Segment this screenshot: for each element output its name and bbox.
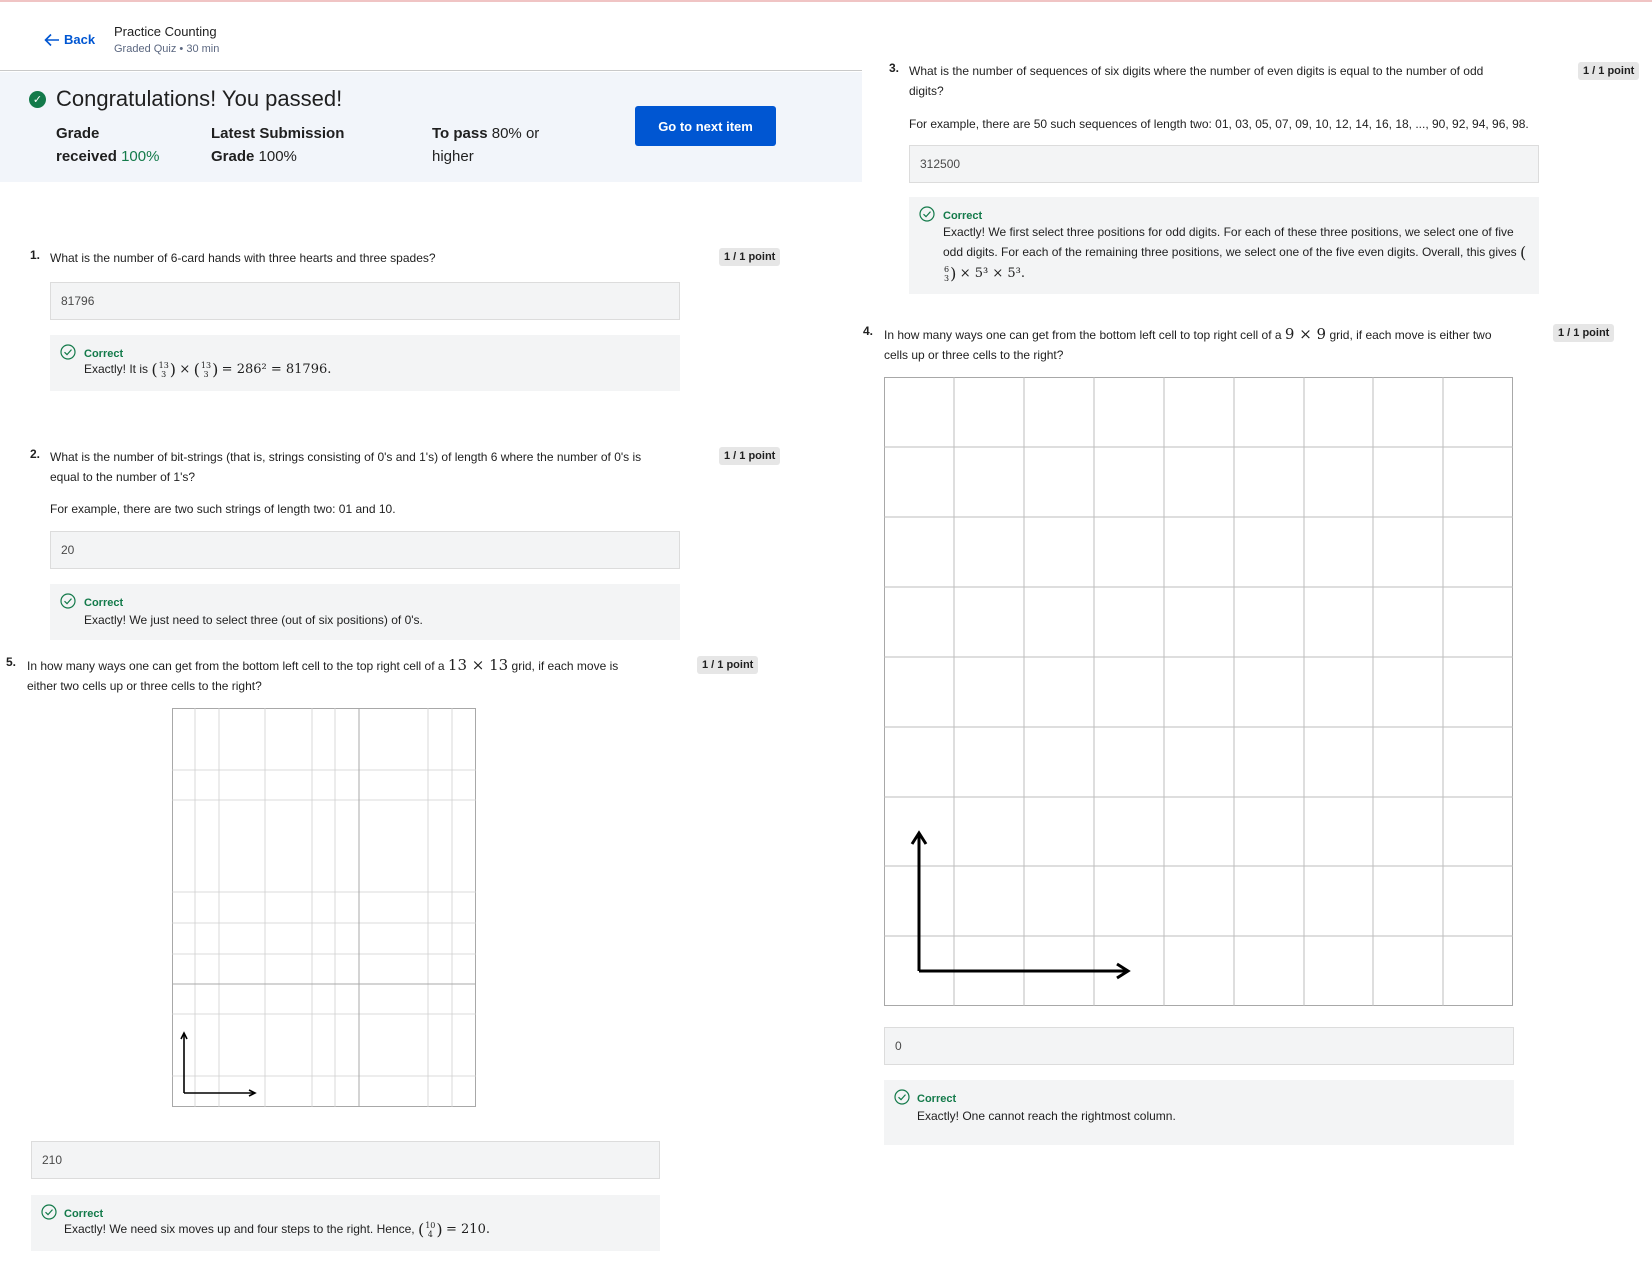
check-circle-outline-icon bbox=[60, 593, 76, 609]
question-example: For example, there are 50 such sequences… bbox=[909, 117, 1529, 131]
feedback-text: Exactly! We need six moves up and four s… bbox=[64, 1219, 490, 1239]
question-text: What is the number of sequences of six d… bbox=[909, 64, 1484, 98]
grid-13x13-figure bbox=[172, 708, 476, 1107]
question-number: 5. bbox=[6, 655, 17, 669]
top-accent-line bbox=[0, 0, 1652, 2]
quiz-subtitle: Graded Quiz • 30 min bbox=[114, 43, 220, 55]
feedback-text: Exactly! We just need to select three (o… bbox=[84, 613, 423, 627]
question-text: In how many ways one can get from the bo… bbox=[27, 656, 619, 693]
pass-message: Congratulations! You passed! bbox=[56, 86, 343, 111]
back-label: Back bbox=[64, 32, 96, 47]
latest-grade-value: 100% bbox=[258, 148, 297, 165]
feedback-box: Correct Exactly! We just need to select … bbox=[50, 584, 680, 640]
question-number: 2. bbox=[30, 447, 41, 461]
check-circle-outline-icon bbox=[894, 1089, 910, 1105]
feedback-box: Correct Exactly! We first select three p… bbox=[909, 197, 1539, 294]
back-button[interactable]: Back bbox=[44, 32, 95, 47]
check-circle-outline-icon bbox=[60, 344, 76, 360]
question-text: What is the number of bit-strings (that … bbox=[50, 450, 642, 484]
feedback-text: Exactly! One cannot reach the rightmost … bbox=[917, 1109, 1176, 1123]
question-example: For example, there are two such strings … bbox=[50, 502, 396, 516]
question-number: 3. bbox=[889, 61, 900, 75]
question-text: In how many ways one can get from the bo… bbox=[884, 325, 1492, 362]
question-text: What is the number of 6-card hands with … bbox=[50, 251, 436, 265]
question-number: 1. bbox=[30, 248, 41, 262]
feedback-box: Correct Exactly! It is (13 3) × (13 3) = 2… bbox=[50, 335, 680, 391]
answer-field[interactable]: 0 bbox=[884, 1027, 1514, 1065]
points-badge: 1 / 1 point bbox=[1578, 62, 1640, 80]
quiz-title: Practice Counting bbox=[114, 24, 217, 39]
feedback-box: Correct Exactly! We need six moves up an… bbox=[31, 1195, 660, 1251]
answer-field[interactable]: 210 bbox=[31, 1141, 660, 1179]
check-circle-filled-icon: ✓ bbox=[29, 91, 46, 108]
grade-value: 100% bbox=[121, 148, 160, 165]
feedback-text: Exactly! We first select three positions… bbox=[943, 225, 1527, 283]
points-badge: 1 / 1 point bbox=[719, 447, 781, 465]
latest-submission-grade: Latest Submission Grade 100% bbox=[211, 125, 345, 165]
answer-field[interactable]: 20 bbox=[50, 531, 680, 569]
grade-received: Grade received 100% bbox=[56, 125, 160, 165]
check-circle-outline-icon bbox=[919, 206, 935, 222]
check-circle-outline-icon bbox=[41, 1204, 57, 1220]
feedback-text: Exactly! It is (13 3) × (13 3) = 286² = 81… bbox=[84, 359, 332, 379]
pass-threshold: To pass 80% or higher bbox=[432, 125, 540, 165]
answer-field[interactable]: 81796 bbox=[50, 282, 680, 320]
points-badge: 1 / 1 point bbox=[719, 248, 781, 266]
answer-field[interactable]: 312500 bbox=[909, 145, 1539, 183]
grid-9x9-figure bbox=[884, 377, 1513, 1006]
question-number: 4. bbox=[863, 324, 874, 338]
page-header: Back Practice Counting Graded Quiz • 30 … bbox=[0, 8, 862, 71]
next-item-button[interactable]: Go to next item bbox=[635, 106, 776, 146]
arrow-left-icon bbox=[44, 33, 59, 46]
points-badge: 1 / 1 point bbox=[697, 656, 759, 674]
points-badge: 1 / 1 point bbox=[1553, 324, 1615, 342]
result-banner: ✓ Congratulations! You passed! Grade rec… bbox=[0, 72, 862, 182]
feedback-box: Correct Exactly! One cannot reach the ri… bbox=[884, 1080, 1514, 1145]
